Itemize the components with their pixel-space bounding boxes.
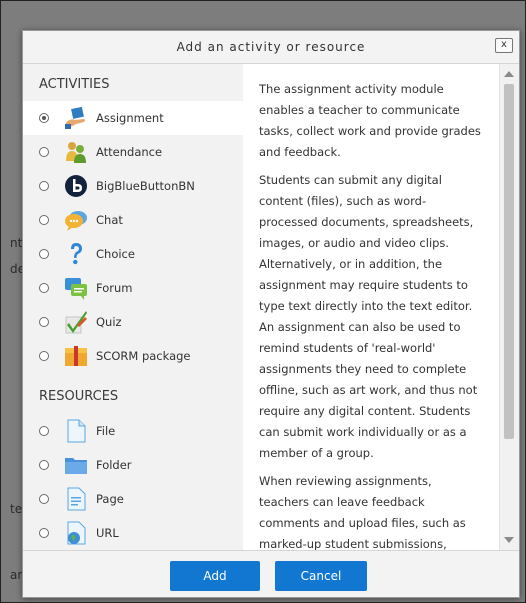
option-page[interactable]: Page	[23, 482, 243, 516]
module-list-panel: ACTIVITIES Assignment Attendance BigBlue…	[23, 64, 243, 550]
description-paragraph: Students can submit any digital content …	[259, 173, 478, 460]
add-activity-dialog: Add an activity or resource x ACTIVITIES…	[22, 30, 520, 598]
radio-chat[interactable]	[39, 215, 49, 225]
radio-forum[interactable]	[39, 283, 49, 293]
dialog-footer: Add Cancel	[23, 550, 519, 597]
file-icon	[67, 419, 86, 443]
radio-url[interactable]	[39, 528, 49, 538]
radio-quiz[interactable]	[39, 317, 49, 327]
option-label: SCORM package	[96, 349, 191, 363]
option-folder[interactable]: Folder	[23, 448, 243, 482]
chat-icon	[65, 211, 87, 231]
dialog-title: Add an activity or resource	[176, 40, 366, 54]
radio-attendance[interactable]	[39, 147, 49, 157]
option-label: Folder	[96, 458, 132, 472]
dialog-header: Add an activity or resource x	[23, 31, 519, 64]
radio-file[interactable]	[39, 426, 49, 436]
option-file[interactable]: File	[23, 414, 243, 448]
radio-bigbluebuttonbn[interactable]	[39, 181, 49, 191]
scroll-down-icon[interactable]	[504, 537, 514, 543]
option-label: File	[96, 424, 116, 438]
option-forum[interactable]: Forum	[23, 271, 243, 305]
radio-choice[interactable]	[39, 249, 49, 259]
option-label: Attendance	[96, 145, 163, 159]
scroll-up-icon[interactable]	[504, 71, 514, 77]
option-label: Forum	[96, 281, 133, 295]
background-text: te	[10, 502, 23, 516]
choice-icon	[71, 243, 82, 265]
module-description: The assignment activity module enables a…	[259, 79, 481, 550]
option-label: BigBlueButtonBN	[96, 179, 195, 193]
close-icon: x	[501, 39, 507, 50]
radio-scorm-package[interactable]	[39, 351, 49, 361]
option-label: Page	[96, 492, 124, 506]
option-chat[interactable]: Chat	[23, 203, 243, 237]
cancel-button[interactable]: Cancel	[275, 561, 367, 591]
option-bigbluebuttonbn[interactable]: BigBlueButtonBN	[23, 169, 243, 203]
option-attendance[interactable]: Attendance	[23, 135, 243, 169]
bigbluebutton-icon	[65, 175, 87, 197]
background-text: nt	[10, 236, 23, 250]
assignment-icon	[65, 106, 85, 129]
option-choice[interactable]: Choice	[23, 237, 243, 271]
attendance-icon	[66, 142, 86, 163]
page-icon	[67, 487, 86, 511]
option-label: Chat	[96, 213, 123, 227]
quiz-icon	[65, 311, 87, 334]
option-label: URL	[96, 526, 119, 540]
forum-icon	[65, 278, 87, 300]
scrollbar-thumb[interactable]	[504, 84, 514, 439]
option-label: Choice	[96, 247, 135, 261]
radio-assignment[interactable]	[39, 113, 49, 123]
resources-heading: RESOURCES	[39, 389, 119, 404]
description-panel: The assignment activity module enables a…	[243, 64, 499, 550]
close-button[interactable]: x	[495, 38, 513, 53]
scorm-package-icon	[65, 346, 87, 366]
option-assignment[interactable]: Assignment	[23, 101, 243, 135]
url-icon	[67, 521, 86, 545]
description-paragraph: The assignment activity module enables a…	[259, 82, 481, 159]
radio-folder[interactable]	[39, 460, 49, 470]
folder-icon	[65, 458, 87, 474]
option-label: Quiz	[96, 315, 122, 329]
option-url[interactable]: URL	[23, 516, 243, 550]
option-quiz[interactable]: Quiz	[23, 305, 243, 339]
option-label: Assignment	[96, 111, 164, 125]
option-scorm-package[interactable]: SCORM package	[23, 339, 243, 373]
description-paragraph: When reviewing assignments, teachers can…	[259, 474, 466, 550]
radio-page[interactable]	[39, 494, 49, 504]
description-scrollbar[interactable]	[499, 64, 519, 550]
activities-heading: ACTIVITIES	[39, 77, 110, 92]
add-button[interactable]: Add	[170, 561, 260, 591]
